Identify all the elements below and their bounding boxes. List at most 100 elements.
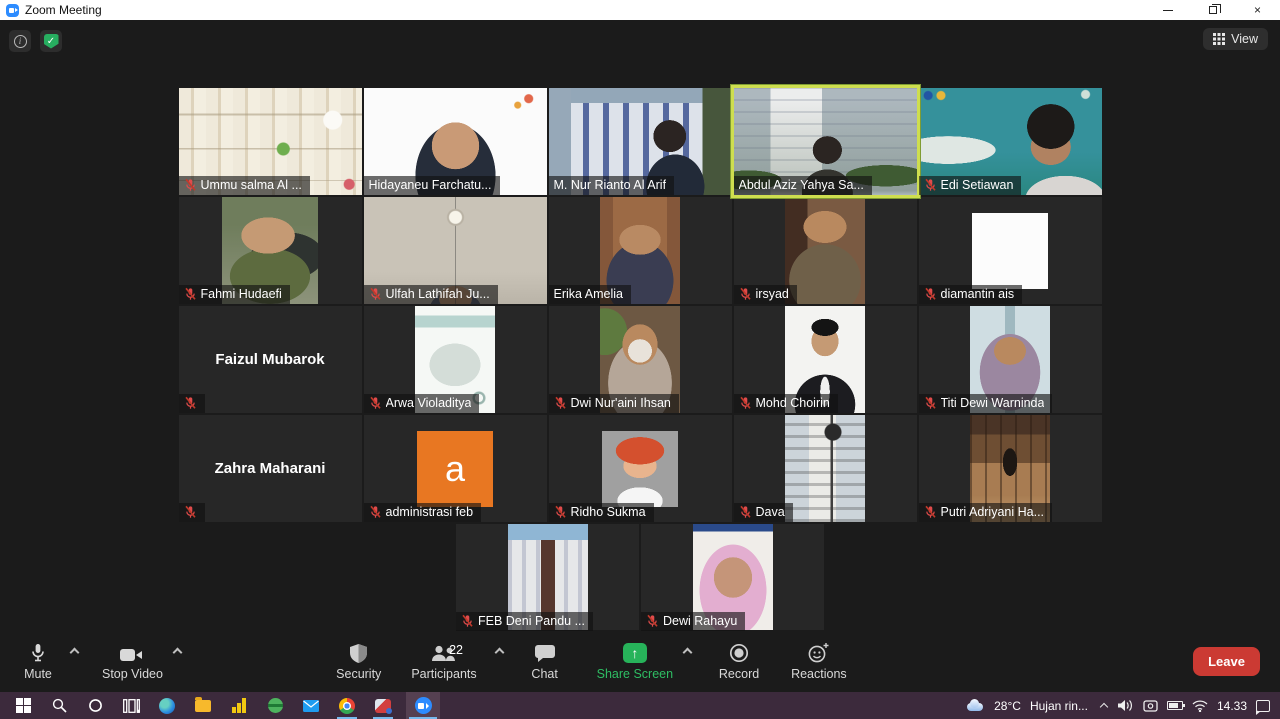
participant-name: Mohd Choirin <box>756 396 830 410</box>
participant-name: Ulfah Lathifah Ju... <box>386 287 490 301</box>
stop-video-button[interactable]: Stop Video <box>102 641 163 681</box>
bar-chart-icon <box>232 698 246 713</box>
participant-tile[interactable]: Abdul Aziz Yahya Sa... <box>734 88 917 195</box>
participant-tile[interactable]: Hidayaneu Farchatu... <box>364 88 547 195</box>
participant-name: Abdul Aziz Yahya Sa... <box>739 178 864 192</box>
chrome-button[interactable] <box>334 692 360 719</box>
participant-tile[interactable]: Zahra Maharani <box>179 415 362 522</box>
search-button[interactable] <box>46 692 72 719</box>
participant-tile[interactable]: Ulfah Lathifah Ju... <box>364 197 547 304</box>
participant-tile[interactable]: Ridho Sukma <box>549 415 732 522</box>
leave-button[interactable]: Leave <box>1193 647 1260 676</box>
file-explorer-button[interactable] <box>190 692 216 719</box>
participant-tile[interactable]: Faizul Mubarok <box>179 306 362 413</box>
muted-mic-icon <box>739 287 752 301</box>
video-options-chevron[interactable] <box>172 648 182 658</box>
participant-tile[interactable]: Fahmi Hudaefi <box>179 197 362 304</box>
edge-button[interactable] <box>154 692 180 719</box>
participant-tile[interactable]: irsyad <box>734 197 917 304</box>
participant-name: Zahra Maharani <box>215 460 326 477</box>
participant-status-chip: Abdul Aziz Yahya Sa... <box>734 176 872 195</box>
security-button[interactable]: Security <box>336 641 381 681</box>
participant-tile[interactable]: Dava <box>734 415 917 522</box>
participant-tile[interactable]: Ummu salma Al ... <box>179 88 362 195</box>
video-camera-icon <box>120 641 144 663</box>
participant-name: Fahmi Hudaefi <box>201 287 282 301</box>
zoom-taskbar-button[interactable] <box>406 692 440 719</box>
chat-button[interactable]: Chat <box>523 641 567 681</box>
muted-mic-icon <box>924 396 937 410</box>
minimize-button[interactable] <box>1145 0 1190 20</box>
participant-tile[interactable]: Titi Dewi Warninda <box>919 306 1102 413</box>
weather-temperature[interactable]: 28°C <box>994 699 1021 713</box>
meeting-info-button[interactable]: i <box>9 30 31 52</box>
battery-icon[interactable] <box>1167 701 1183 710</box>
participant-tile[interactable]: diamantin ais <box>919 197 1102 304</box>
shield-check-icon: ✓ <box>44 34 59 49</box>
windows-logo-icon <box>16 698 31 713</box>
participant-status-chip: Ridho Sukma <box>549 503 654 522</box>
folder-icon <box>195 700 211 712</box>
start-button[interactable] <box>10 692 36 719</box>
participant-name: administrasi feb <box>386 505 474 519</box>
participant-tile[interactable]: FEB Deni Pandu ... <box>456 524 639 631</box>
weather-description[interactable]: Hujan rin... <box>1030 699 1088 713</box>
participants-button[interactable]: 22 Participants <box>411 641 476 681</box>
close-button[interactable]: × <box>1235 0 1280 20</box>
participant-name: Dava <box>756 505 785 519</box>
participants-chevron[interactable] <box>494 648 504 658</box>
wifi-icon[interactable] <box>1192 700 1208 712</box>
view-button[interactable]: View <box>1203 28 1268 50</box>
mute-button[interactable]: Mute <box>16 641 60 681</box>
participant-tile[interactable]: Arwa Violaditya <box>364 306 547 413</box>
cortana-icon <box>88 698 103 713</box>
record-button[interactable]: Record <box>717 641 761 681</box>
participant-status-chip: Edi Setiawan <box>919 176 1022 195</box>
participants-count-badge: 22 <box>449 643 463 657</box>
participant-tile[interactable]: Dwi Nur'aini Ihsan <box>549 306 732 413</box>
participant-tile[interactable]: Dewi Rahayu <box>641 524 824 631</box>
participant-tile[interactable]: aadministrasi feb <box>364 415 547 522</box>
tray-overflow-chevron[interactable] <box>1100 703 1108 711</box>
participant-tile[interactable]: Putri Adriyani Ha... <box>919 415 1102 522</box>
muted-mic-icon <box>739 396 752 410</box>
muted-mic-icon <box>184 287 197 301</box>
participant-tile[interactable]: M. Nur Rianto Al Arif <box>549 88 732 195</box>
participant-tile[interactable]: Mohd Choirin <box>734 306 917 413</box>
participants-label: Participants <box>411 667 476 681</box>
muted-mic-icon <box>369 287 382 301</box>
participant-tile[interactable]: Erika Amelia <box>549 197 732 304</box>
mail-button[interactable] <box>298 692 324 719</box>
participant-tile[interactable]: Edi Setiawan <box>919 88 1102 195</box>
volume-icon[interactable] <box>1118 699 1134 712</box>
security-shield-icon <box>350 641 367 663</box>
participant-status-chip: M. Nur Rianto Al Arif <box>549 176 675 195</box>
action-center-icon[interactable] <box>1256 700 1270 712</box>
zoom-app-icon <box>6 4 19 17</box>
share-screen-button[interactable]: ↑ Share Screen <box>597 641 673 681</box>
muted-mic-icon <box>184 178 197 192</box>
share-options-chevron[interactable] <box>683 648 693 658</box>
participant-name: Dwi Nur'aini Ihsan <box>571 396 671 410</box>
participant-status-chip <box>179 503 205 522</box>
encryption-button[interactable]: ✓ <box>40 30 62 52</box>
webcam-in-use-icon[interactable] <box>1143 700 1158 712</box>
mute-options-chevron[interactable] <box>70 648 80 658</box>
green-app-button[interactable] <box>262 692 288 719</box>
participant-status-chip: diamantin ais <box>919 285 1023 304</box>
power-bi-button[interactable] <box>226 692 252 719</box>
clock[interactable]: 14.33 <box>1217 699 1247 713</box>
search-icon <box>52 698 67 713</box>
cortana-button[interactable] <box>82 692 108 719</box>
reactions-button[interactable]: Reactions <box>791 641 847 681</box>
task-view-button[interactable] <box>118 692 144 719</box>
remote-app-button[interactable] <box>370 692 396 719</box>
muted-mic-icon <box>184 505 197 519</box>
participant-status-chip: Titi Dewi Warninda <box>919 394 1053 413</box>
participant-status-chip: Dwi Nur'aini Ihsan <box>549 394 679 413</box>
participant-video <box>785 415 865 522</box>
participant-status-chip: Putri Adriyani Ha... <box>919 503 1053 522</box>
participant-video <box>972 213 1048 289</box>
restore-button[interactable] <box>1190 0 1235 20</box>
share-screen-icon: ↑ <box>623 643 647 663</box>
